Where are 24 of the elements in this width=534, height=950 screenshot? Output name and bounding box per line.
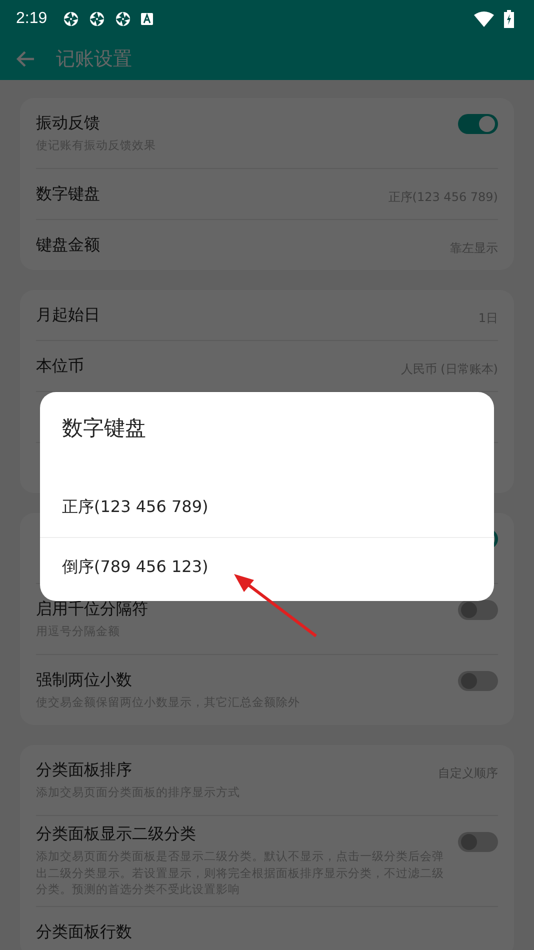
setting-title[interactable]: 分类面板显示二级分类 <box>36 824 446 845</box>
dialog-title: 数字键盘 <box>61 415 147 442</box>
toggle-switch[interactable] <box>458 671 498 691</box>
toggle-switch[interactable] <box>458 114 498 134</box>
keyboard-icon <box>141 13 154 25</box>
status-time: 2:19 <box>16 10 48 28</box>
setting-title[interactable]: 键盘金额 <box>36 234 438 256</box>
toggle-switch[interactable] <box>458 832 498 852</box>
setting-title[interactable]: 月起始日 <box>36 304 466 326</box>
page-title: 记账设置 <box>56 47 132 72</box>
back-arrow-icon <box>16 49 36 69</box>
setting-title[interactable]: 分类面板排序 <box>36 760 426 781</box>
setting-title[interactable]: 数字键盘 <box>36 184 376 204</box>
battery-icon <box>504 10 514 28</box>
setting-title[interactable]: 本位币 <box>36 356 389 376</box>
setting-title[interactable]: 强制两位小数 <box>36 670 446 691</box>
setting-title[interactable]: 分类面板行数 <box>36 922 498 943</box>
setting-title[interactable]: 启用千位分隔符 <box>36 598 446 620</box>
aperture-icon <box>115 11 132 27</box>
toggle-switch[interactable] <box>458 600 498 620</box>
setting-title[interactable]: 振动反馈 <box>36 112 446 134</box>
wifi-icon <box>474 11 494 27</box>
aperture-icon <box>63 11 80 27</box>
aperture-icon <box>89 11 106 27</box>
